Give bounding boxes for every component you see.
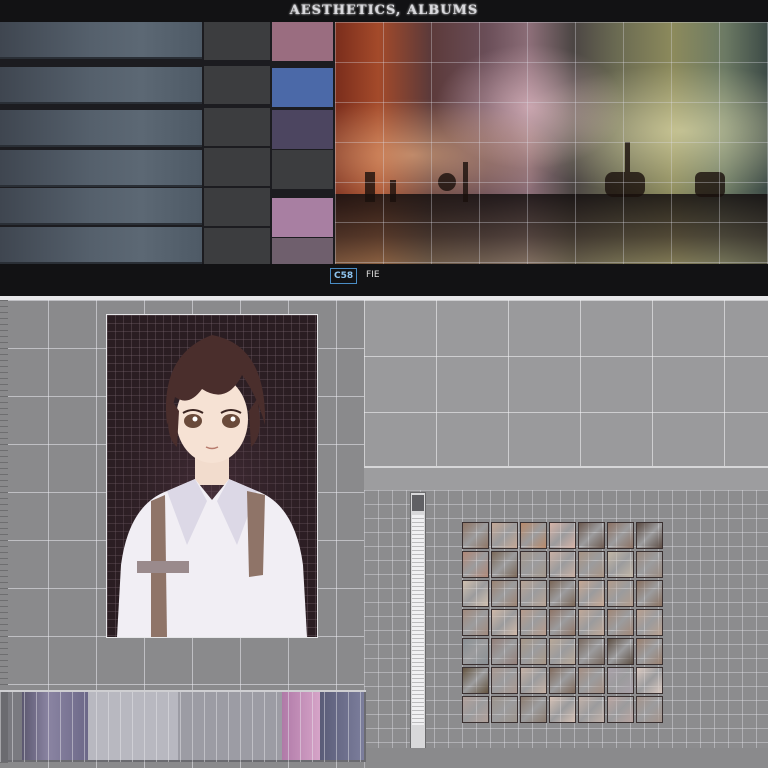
gray-cell	[204, 108, 270, 148]
preview-grid-panel	[364, 300, 768, 468]
thumbnail[interactable]	[578, 551, 605, 578]
list-item[interactable]	[0, 22, 202, 59]
thumbnail[interactable]	[520, 580, 547, 607]
thumbnail[interactable]	[636, 609, 663, 636]
scroll-up-icon[interactable]	[412, 495, 424, 511]
thumbnail[interactable]	[549, 638, 576, 665]
thumbnail[interactable]	[520, 638, 547, 665]
gray-cell	[204, 148, 270, 188]
color-swatch[interactable]	[272, 22, 333, 63]
thumbnail[interactable]	[578, 696, 605, 723]
list-rows	[0, 22, 202, 264]
thumbnail[interactable]	[636, 580, 663, 607]
thumbnail[interactable]	[607, 638, 634, 665]
thumbnail[interactable]	[578, 522, 605, 549]
window-title: AESTHETICS, ALBUMS	[289, 3, 479, 18]
gray-cell	[204, 188, 270, 228]
gray-cell	[204, 66, 270, 106]
status-bar: C58 FIE	[0, 264, 768, 296]
thumbnail[interactable]	[607, 667, 634, 694]
workspace	[0, 300, 768, 768]
top-panel: AESTHETICS, ALBUMS C58 FIE	[0, 0, 768, 296]
thumbnail[interactable]	[607, 609, 634, 636]
thumbnail[interactable]	[520, 609, 547, 636]
photo-grid-overlay	[335, 22, 768, 264]
thumbnail[interactable]	[462, 667, 489, 694]
thumbnail[interactable]	[491, 609, 518, 636]
gray-cell	[204, 22, 270, 62]
gray-column	[204, 22, 270, 268]
thumbnail[interactable]	[607, 696, 634, 723]
panel-header	[364, 468, 768, 490]
thumbnail[interactable]	[491, 522, 518, 549]
thumbnail[interactable]	[520, 551, 547, 578]
timeline-grid	[0, 692, 366, 762]
thumbnail[interactable]	[578, 667, 605, 694]
thumbnail[interactable]	[636, 522, 663, 549]
list-item[interactable]	[0, 110, 202, 147]
thumbnail[interactable]	[491, 551, 518, 578]
thumbnail[interactable]	[462, 638, 489, 665]
timeline-strip[interactable]	[0, 690, 366, 762]
image-canvas[interactable]	[106, 314, 318, 638]
thumbnail[interactable]	[462, 522, 489, 549]
thumbnail[interactable]	[462, 696, 489, 723]
list-item[interactable]	[0, 227, 202, 264]
footer-bar	[366, 748, 768, 768]
thumbnail[interactable]	[549, 667, 576, 694]
thumbnail[interactable]	[607, 580, 634, 607]
thumbnail[interactable]	[462, 580, 489, 607]
color-swatch-column	[272, 22, 333, 279]
thumbnail[interactable]	[520, 696, 547, 723]
thumbnail[interactable]	[636, 667, 663, 694]
scroll-thumb[interactable]	[412, 515, 424, 725]
list-item[interactable]	[0, 188, 202, 225]
thumbnail[interactable]	[636, 638, 663, 665]
thumbnail[interactable]	[462, 551, 489, 578]
thumbnail[interactable]	[636, 551, 663, 578]
status-badge[interactable]: C58	[330, 268, 358, 284]
thumbnail[interactable]	[462, 609, 489, 636]
color-swatch[interactable]	[272, 68, 333, 109]
thumbnail[interactable]	[491, 580, 518, 607]
thumbnail[interactable]	[520, 667, 547, 694]
color-swatch[interactable]	[272, 150, 333, 191]
thumbnail[interactable]	[549, 696, 576, 723]
thumbnail[interactable]	[520, 522, 547, 549]
thumbnail[interactable]	[549, 522, 576, 549]
thumbnail[interactable]	[549, 609, 576, 636]
thumbnail[interactable]	[578, 609, 605, 636]
thumbnail[interactable]	[549, 551, 576, 578]
thumbnail-grid	[462, 522, 664, 728]
thumbnail[interactable]	[607, 522, 634, 549]
list-item[interactable]	[0, 150, 202, 187]
thumbnail[interactable]	[491, 638, 518, 665]
thumbnail[interactable]	[491, 667, 518, 694]
thumbnail[interactable]	[578, 580, 605, 607]
photo-collage[interactable]	[335, 22, 768, 264]
color-swatch[interactable]	[272, 110, 333, 151]
album-grid	[0, 22, 768, 279]
status-label: FIE	[366, 270, 380, 280]
thumbnail[interactable]	[636, 696, 663, 723]
portrait-image	[107, 315, 317, 637]
thumbnail[interactable]	[491, 696, 518, 723]
gray-cell	[204, 228, 270, 268]
list-item[interactable]	[0, 67, 202, 104]
thumbnail[interactable]	[578, 638, 605, 665]
vertical-scrollbar[interactable]	[410, 492, 426, 750]
color-swatch[interactable]	[272, 198, 333, 239]
thumbnail[interactable]	[549, 580, 576, 607]
thumbnail[interactable]	[607, 551, 634, 578]
